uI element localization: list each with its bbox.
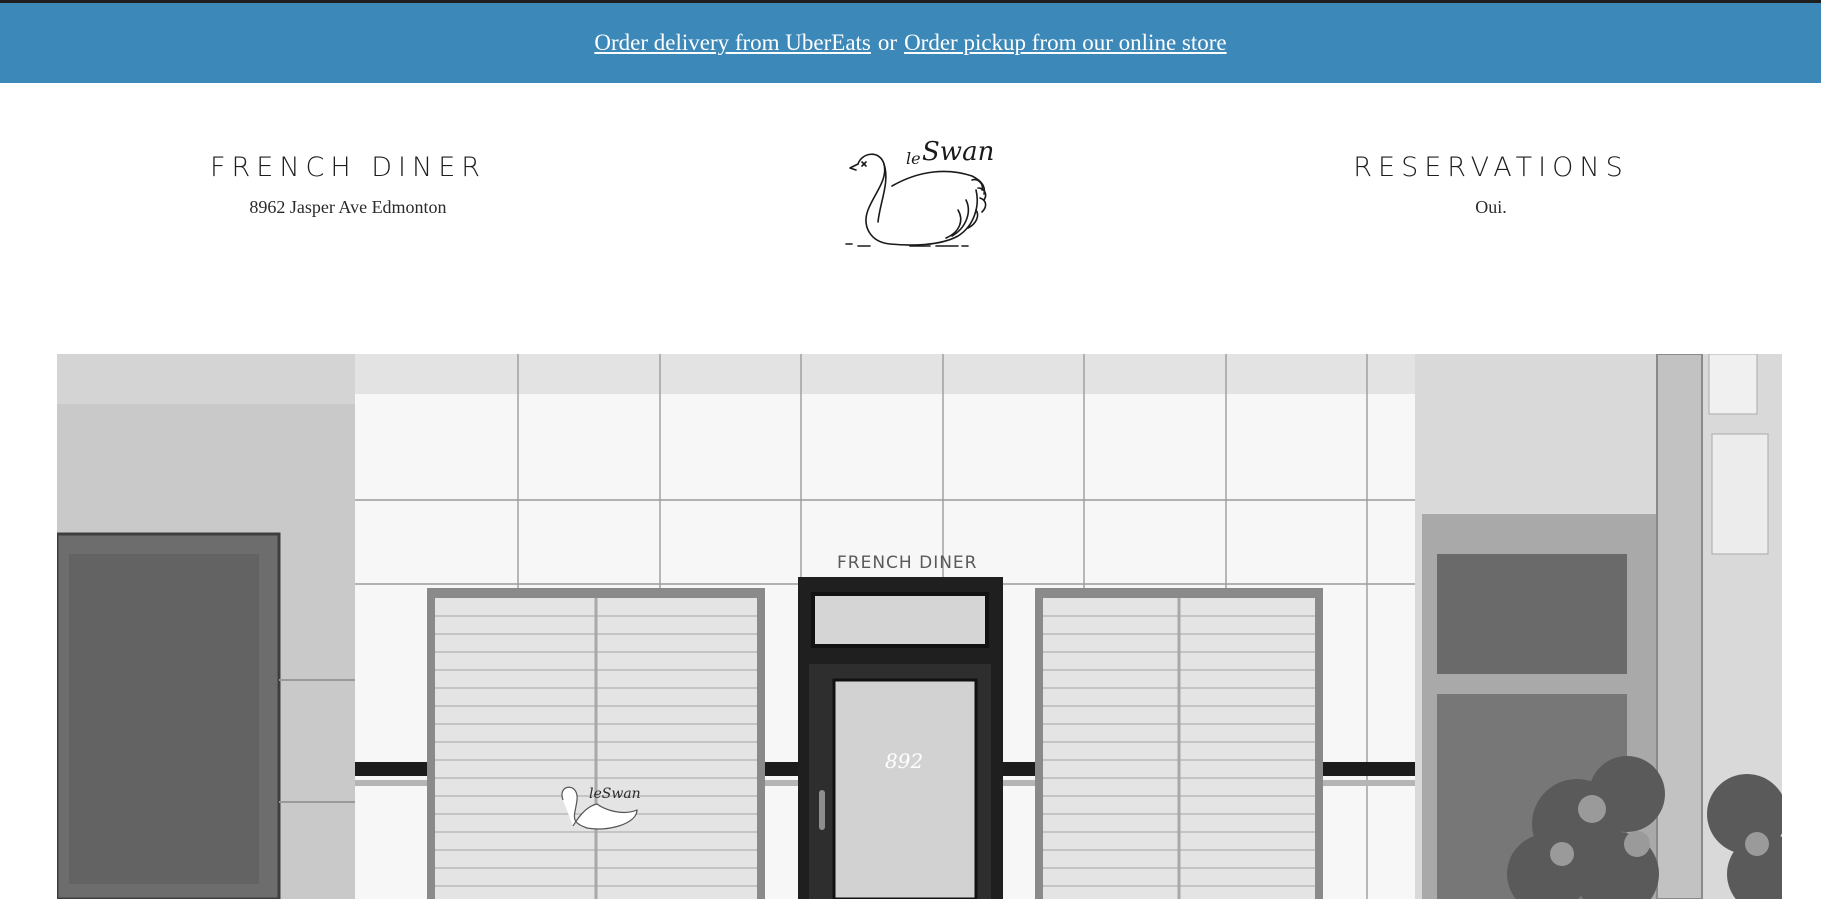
location-address: 8962 Jasper Ave Edmonton <box>249 197 447 217</box>
reservations-subtitle: Oui. <box>1475 197 1507 217</box>
ubereats-delivery-link[interactable]: Order delivery from UberEats <box>594 30 871 56</box>
online-store-pickup-link[interactable]: Order pickup from our online store <box>904 30 1227 56</box>
storefront-sign: FRENCH DINER <box>837 553 977 573</box>
door-number: 892 <box>885 749 923 773</box>
order-banner: Order delivery from UberEats or Order pi… <box>0 3 1821 83</box>
storefront-illustration: leSwan FRENCH DINER 892 <box>57 354 1782 899</box>
swan-logo-icon: le Swan <box>845 137 994 247</box>
le-swan-logo[interactable]: le Swan <box>840 124 1005 258</box>
location-title[interactable]: FRENCH DINER <box>148 152 548 183</box>
window-logo-text: leSwan <box>589 786 641 802</box>
header-reservations[interactable]: RESERVATIONS Oui. <box>1291 152 1691 218</box>
header-location[interactable]: FRENCH DINER 8962 Jasper Ave Edmonton <box>148 152 548 218</box>
logo-swan-text: Swan <box>922 137 994 167</box>
logo-le-text: le <box>906 149 921 168</box>
reservations-title[interactable]: RESERVATIONS <box>1291 152 1691 183</box>
banner-separator: or <box>877 30 898 55</box>
